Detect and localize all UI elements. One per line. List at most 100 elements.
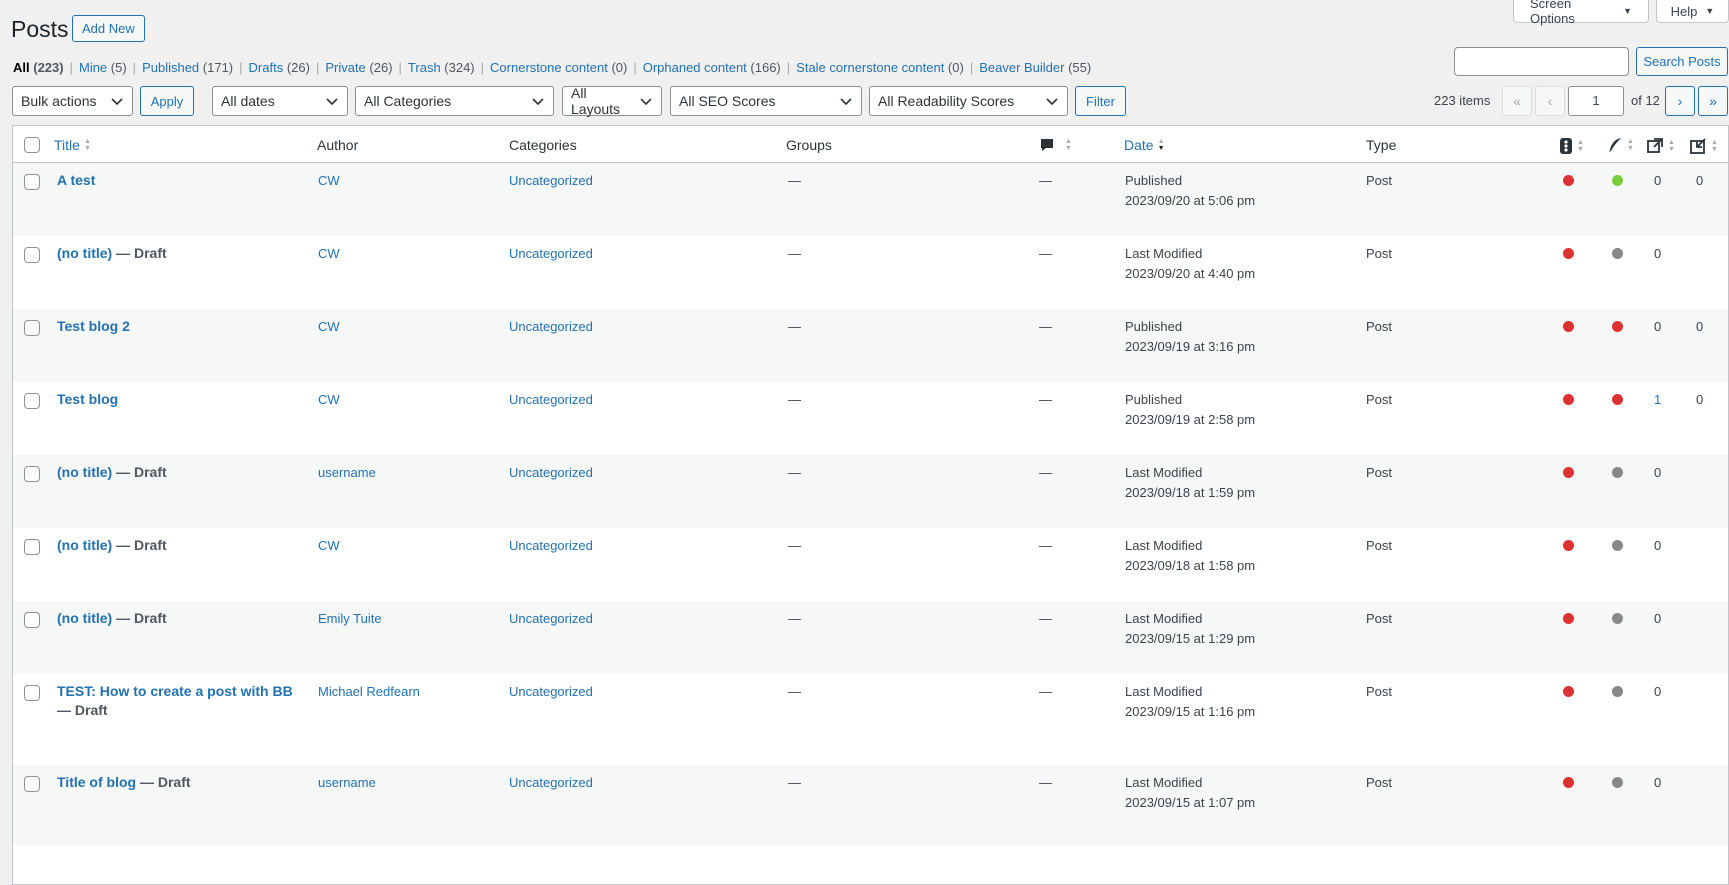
outgoing-links-icon (1647, 138, 1663, 153)
column-comments[interactable]: ▲ ▼ (1039, 137, 1072, 153)
row-checkbox[interactable] (24, 393, 40, 409)
author-link[interactable]: CW (318, 390, 340, 409)
view-stale-cornerstone-content[interactable]: Stale cornerstone content (0) (796, 60, 964, 75)
category-link[interactable]: Uncategorized (509, 682, 593, 701)
view-beaver-builder[interactable]: Beaver Builder (55) (979, 60, 1091, 75)
column-readability[interactable]: ▲ ▼ (1607, 137, 1634, 153)
post-state: — Draft (112, 537, 167, 553)
seo-score-indicator (1563, 686, 1574, 697)
category-link[interactable]: Uncategorized (509, 390, 593, 409)
outgoing-links-count: 0 (1654, 611, 1662, 626)
select-all-checkbox[interactable] (24, 137, 40, 153)
add-new-button[interactable]: Add New (72, 15, 145, 42)
column-incoming-links[interactable]: ▲ ▼ (1689, 137, 1718, 155)
incoming-links-count: 0 (1696, 319, 1704, 334)
outgoing-links-count[interactable]: 1 (1654, 392, 1661, 407)
post-title-link[interactable]: Test blog (57, 391, 118, 407)
category-link[interactable]: Uncategorized (509, 463, 593, 482)
column-outgoing-links[interactable]: ▲ ▼ (1646, 137, 1675, 155)
seo-score-indicator (1563, 613, 1574, 624)
category-link[interactable]: Uncategorized (509, 536, 593, 555)
row-checkbox[interactable] (24, 320, 40, 336)
table-row: Test blog 2 CW Uncategorized — — Published 202… (13, 309, 1728, 382)
row-checkbox[interactable] (24, 776, 40, 792)
next-page-button[interactable]: › (1665, 86, 1695, 116)
author-link[interactable]: CW (318, 171, 340, 190)
seo-score-filter-select[interactable]: All SEO Scores (670, 86, 862, 116)
category-link[interactable]: Uncategorized (509, 244, 593, 263)
screen-options-button[interactable]: Screen Options ▼ (1513, 0, 1649, 26)
author-link[interactable]: username (318, 773, 376, 792)
view-cornerstone-content[interactable]: Cornerstone content (0) (490, 60, 627, 75)
column-seo-score[interactable]: ▲ ▼ (1559, 137, 1584, 155)
post-title-link[interactable]: TEST: How to create a post with BB (57, 683, 293, 699)
comments-value: — (1039, 775, 1052, 790)
view-count: (26) (283, 60, 310, 75)
readability-score-indicator (1612, 321, 1623, 332)
row-checkbox[interactable] (24, 612, 40, 628)
view-private[interactable]: Private (26) (325, 60, 392, 75)
category-link[interactable]: Uncategorized (509, 317, 593, 336)
chevron-down-icon (1046, 98, 1058, 106)
row-checkbox[interactable] (24, 685, 40, 701)
column-title[interactable]: Title ▲ ▼ (54, 137, 91, 153)
post-title-link[interactable]: Test blog 2 (57, 318, 130, 334)
view-orphaned-content[interactable]: Orphaned content (166) (643, 60, 781, 75)
post-state: — Draft (112, 610, 167, 626)
type-value: Post (1366, 465, 1393, 480)
readability-filter-select[interactable]: All Readability Scores (869, 86, 1068, 116)
view-all[interactable]: All (223) (13, 60, 64, 75)
view-separator: | (239, 60, 243, 75)
view-mine[interactable]: Mine (5) (79, 60, 127, 75)
author-link[interactable]: CW (318, 536, 340, 555)
search-input[interactable] (1454, 47, 1629, 76)
post-status-views: All (223) | Mine (5) | Published (171) | Draft… (13, 60, 1091, 75)
bulk-actions-select[interactable]: Bulk actions (12, 86, 133, 116)
post-title-link[interactable]: (no title) (57, 610, 112, 626)
prev-page-button[interactable]: ‹ (1535, 86, 1565, 116)
sort-icon: ▲ ▼ (1065, 138, 1072, 152)
row-checkbox[interactable] (24, 174, 40, 190)
groups-value: — (788, 319, 801, 334)
post-title-link[interactable]: (no title) (57, 464, 112, 480)
category-link[interactable]: Uncategorized (509, 609, 593, 628)
apply-button[interactable]: Apply (140, 86, 194, 116)
row-checkbox[interactable] (24, 466, 40, 482)
author-link[interactable]: CW (318, 317, 340, 336)
post-title-link[interactable]: A test (57, 172, 95, 188)
author-link[interactable]: Emily Tuite (318, 609, 382, 628)
first-page-button[interactable]: « (1502, 86, 1532, 116)
current-page-input[interactable]: 1 (1568, 86, 1624, 116)
row-checkbox[interactable] (24, 539, 40, 555)
view-label: Mine (78, 60, 108, 75)
author-link[interactable]: Michael Redfearn (318, 682, 420, 701)
author-link[interactable]: CW (318, 244, 340, 263)
help-button[interactable]: Help ▼ (1656, 0, 1729, 23)
category-link[interactable]: Uncategorized (509, 171, 593, 190)
view-published[interactable]: Published (171) (142, 60, 233, 75)
comments-value: — (1039, 684, 1052, 699)
last-page-button[interactable]: » (1698, 86, 1728, 116)
view-trash[interactable]: Trash (324) (408, 60, 475, 75)
layouts-filter-select[interactable]: All Layouts (562, 85, 662, 117)
table-row: Title of blog — Draft username Uncategoriz… (13, 765, 1728, 845)
filter-button[interactable]: Filter (1075, 86, 1126, 116)
view-drafts[interactable]: Drafts (26) (249, 60, 310, 75)
search-posts-button[interactable]: Search Posts (1636, 47, 1728, 76)
dates-filter-select[interactable]: All dates (212, 86, 348, 116)
post-title-link[interactable]: (no title) (57, 537, 112, 553)
categories-filter-select[interactable]: All Categories (355, 86, 554, 116)
column-date[interactable]: Date ▲ ▼ (1124, 137, 1165, 153)
groups-value: — (788, 538, 801, 553)
post-title-link[interactable]: (no title) (57, 245, 112, 261)
layouts-filter-value: All Layouts (571, 85, 621, 117)
view-count: (0) (607, 60, 628, 75)
seo-score-indicator (1563, 248, 1574, 259)
author-link[interactable]: username (318, 463, 376, 482)
category-link[interactable]: Uncategorized (509, 773, 593, 792)
post-title-link[interactable]: Title of blog (57, 774, 136, 790)
view-label: Trash (407, 60, 441, 75)
post-title-cell: Test blog 2 (57, 317, 307, 336)
view-label: Drafts (248, 60, 284, 75)
row-checkbox[interactable] (24, 247, 40, 263)
